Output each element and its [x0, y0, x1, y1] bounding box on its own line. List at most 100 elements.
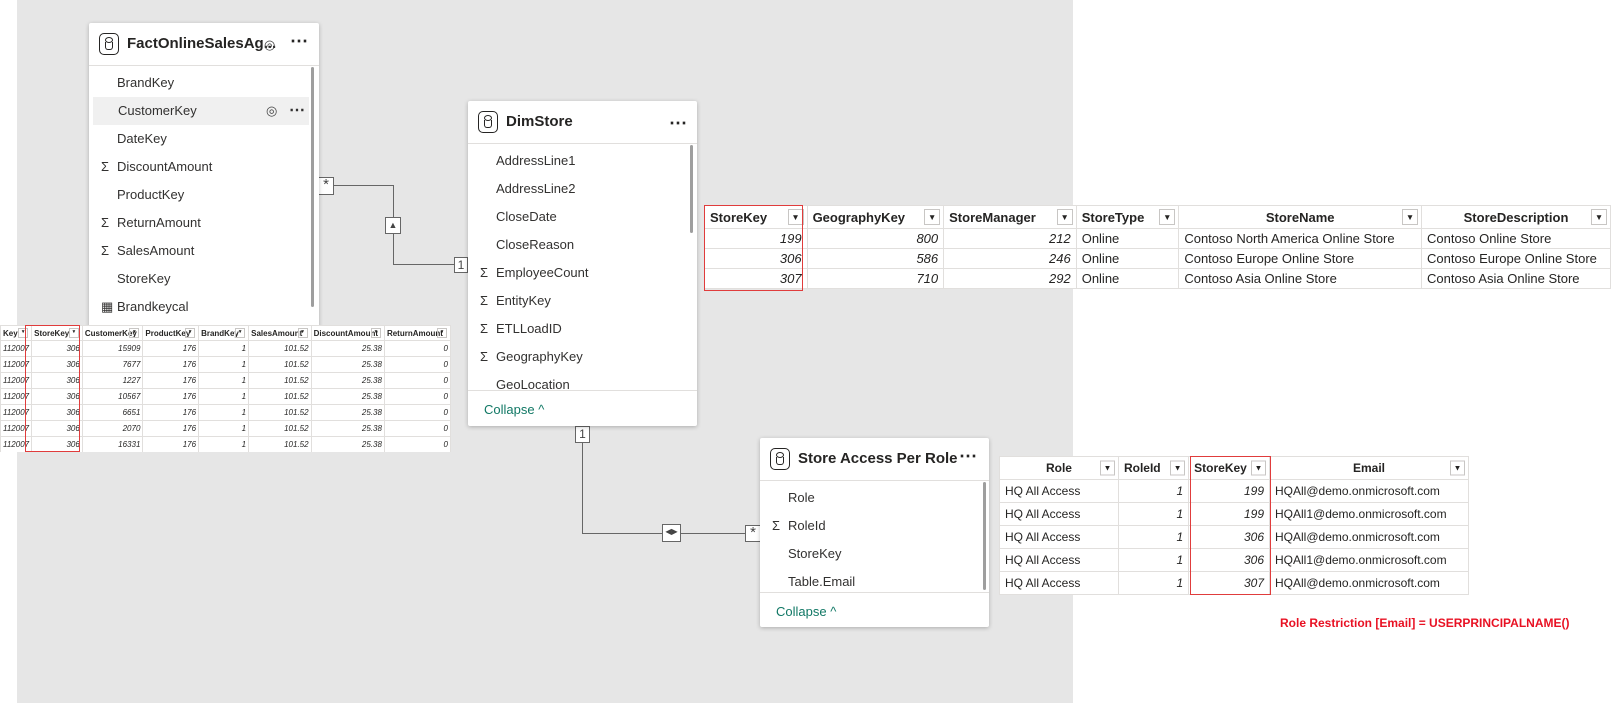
column-header[interactable]: StoreType ▼ — [1075, 205, 1180, 229]
more-options-icon[interactable]: ⋯ — [959, 446, 978, 467]
rel-one-dim-a[interactable]: 1 — [454, 257, 468, 273]
column-header-label: GeographyKey — [812, 209, 906, 225]
table-cell: 101.52 — [248, 356, 312, 373]
column-header[interactable]: StoreDescription ▼ — [1421, 205, 1611, 229]
field-employeecount[interactable]: Σ EmployeeCount — [468, 259, 697, 287]
field-entitykey[interactable]: Σ EntityKey — [468, 287, 697, 315]
column-header[interactable]: DiscountAmount ▼ — [310, 325, 385, 341]
rel-filter-single-icon[interactable]: ▲ — [385, 217, 401, 234]
filter-dropdown-icon[interactable]: ▼ — [297, 328, 308, 338]
filter-dropdown-icon[interactable]: ▼ — [924, 209, 941, 225]
field-label: EmployeeCount — [496, 265, 589, 280]
table-row[interactable]: 306 586 246 Online Contoso Europe Online Sto… — [704, 248, 1611, 269]
table-cell: HQ All Access — [999, 479, 1119, 503]
field-label: ReturnAmount — [117, 215, 201, 230]
field-customerkey[interactable]: CustomerKey ◎ ⋯ — [93, 97, 309, 125]
more-options-icon[interactable]: ⋯ — [290, 31, 309, 52]
filter-dropdown-icon[interactable]: ▼ — [1402, 209, 1419, 225]
field-discountamount[interactable]: Σ DiscountAmount — [89, 153, 319, 181]
field-geolocation[interactable]: GeoLocation — [468, 371, 697, 399]
scrollbar[interactable] — [311, 67, 314, 307]
column-header-label: StoreName — [1265, 209, 1335, 225]
field-returnamount[interactable]: Σ ReturnAmount — [89, 209, 319, 237]
fact-table-card[interactable]: FactOnlineSalesAg... ◎ ⋯ BrandKey Custome… — [89, 23, 319, 328]
column-header[interactable]: Role ▼ — [999, 456, 1119, 480]
filter-dropdown-icon[interactable]: ▼ — [185, 328, 196, 338]
column-header[interactable]: StoreManager ▼ — [943, 205, 1077, 229]
field-roleid[interactable]: Σ RoleId — [760, 512, 989, 540]
field-role[interactable]: Role — [760, 484, 989, 512]
field-label: BrandKey — [117, 75, 175, 90]
filter-dropdown-icon[interactable]: ▼ — [370, 328, 381, 338]
column-header[interactable]: RoleId ▼ — [1117, 456, 1190, 480]
field-storekey[interactable]: StoreKey — [89, 265, 319, 293]
field-closedate[interactable]: CloseDate — [468, 203, 697, 231]
filter-dropdown-icon[interactable]: ▼ — [1056, 209, 1073, 225]
sum-icon: Σ — [101, 159, 110, 174]
field-salesamount[interactable]: Σ SalesAmount — [89, 237, 319, 265]
filter-dropdown-icon[interactable]: ▼ — [1159, 209, 1176, 225]
collapse-button[interactable]: Collapse ^ — [484, 402, 544, 417]
column-header-label: Role — [1045, 461, 1072, 475]
filter-dropdown-icon[interactable]: ▼ — [437, 328, 447, 338]
field-label: GeoLocation — [496, 377, 570, 392]
visibility-icon[interactable]: ◎ — [264, 37, 275, 53]
field-addressline2[interactable]: AddressLine2 — [468, 175, 697, 203]
field-datekey[interactable]: DateKey — [89, 125, 319, 153]
column-header[interactable]: ReturnAmount ▼ — [383, 325, 451, 341]
column-header[interactable]: ProductKey ▼ — [142, 325, 200, 341]
field-addressline1[interactable]: AddressLine1 — [468, 147, 697, 175]
storekey-highlight-box — [25, 325, 80, 452]
more-options-icon[interactable]: ⋯ — [289, 97, 305, 125]
table-cell: HQ All Access — [999, 571, 1119, 595]
table-cell: 176 — [142, 404, 200, 421]
column-header[interactable]: SalesAmount ▼ — [248, 325, 312, 341]
filter-dropdown-icon[interactable]: ▼ — [1450, 460, 1465, 476]
table-cell: Contoso North America Online Store — [1178, 228, 1423, 249]
column-header[interactable]: Email ▼ — [1269, 456, 1469, 480]
filter-dropdown-icon[interactable]: ▼ — [1591, 209, 1607, 225]
field-etlloadid[interactable]: Σ ETLLoadID — [468, 315, 697, 343]
table-row[interactable]: 199 800 212 Online Contoso North America Onl… — [704, 228, 1611, 249]
role-table-card[interactable]: Store Access Per Role ⋯ Role Σ RoleId Store… — [760, 438, 989, 627]
table-cell: 0 — [383, 340, 451, 357]
collapse-button[interactable]: Collapse ^ — [776, 604, 836, 619]
column-header[interactable]: CustomerKey ▼ — [81, 325, 144, 341]
rel-filter-both-icon[interactable]: ◀▶ — [662, 524, 681, 542]
filter-dropdown-icon[interactable]: ▼ — [129, 328, 140, 338]
table-cell: HQAll1@demo.onmicrosoft.com — [1269, 548, 1469, 572]
rel-many-fact[interactable]: * — [318, 177, 334, 195]
table-cell: 1 — [1117, 502, 1190, 526]
rel-one-dim-b[interactable]: 1 — [575, 426, 590, 443]
more-options-icon[interactable]: ⋯ — [669, 113, 688, 134]
table-cell: HQ All Access — [999, 548, 1119, 572]
scrollbar[interactable] — [983, 482, 986, 590]
table-cell: 101.52 — [248, 340, 312, 357]
field-closereason[interactable]: CloseReason — [468, 231, 697, 259]
table-cell: 1 — [198, 372, 250, 389]
field-brandkeycal[interactable]: ▦ Brandkeycal — [89, 293, 319, 321]
table-cell: 0 — [383, 420, 451, 437]
filter-dropdown-icon[interactable]: ▼ — [235, 328, 246, 338]
column-header-label: Key — [3, 328, 18, 338]
rel-many-role[interactable]: * — [745, 525, 761, 542]
column-header[interactable]: GeographyKey ▼ — [806, 205, 945, 229]
scrollbar[interactable] — [690, 145, 693, 233]
field-storekey[interactable]: StoreKey — [760, 540, 989, 568]
filter-dropdown-icon[interactable]: ▼ — [1099, 460, 1115, 476]
card-title: FactOnlineSalesAg... — [127, 35, 277, 52]
column-header[interactable]: BrandKey ▼ — [198, 325, 250, 341]
field-brandkey[interactable]: BrandKey — [89, 69, 319, 97]
table-cell: 25.38 — [310, 388, 385, 405]
visibility-icon[interactable]: ◎ — [266, 97, 277, 125]
table-cell: 176 — [142, 420, 200, 437]
field-geographykey[interactable]: Σ GeographyKey — [468, 343, 697, 371]
column-header[interactable]: StoreName ▼ — [1178, 205, 1423, 229]
table-cell: 6651 — [81, 404, 144, 421]
dimstore-table-card[interactable]: DimStore ⋯ AddressLine1 AddressLine2 Close… — [468, 101, 697, 426]
field-productkey[interactable]: ProductKey — [89, 181, 319, 209]
filter-dropdown-icon[interactable]: ▼ — [1170, 460, 1186, 476]
table-row[interactable]: 307 710 292 Online Contoso Asia Online Store… — [704, 268, 1611, 289]
table-cell: Contoso Asia Online Store — [1421, 268, 1611, 289]
table-cell: HQAll@demo.onmicrosoft.com — [1269, 479, 1469, 503]
